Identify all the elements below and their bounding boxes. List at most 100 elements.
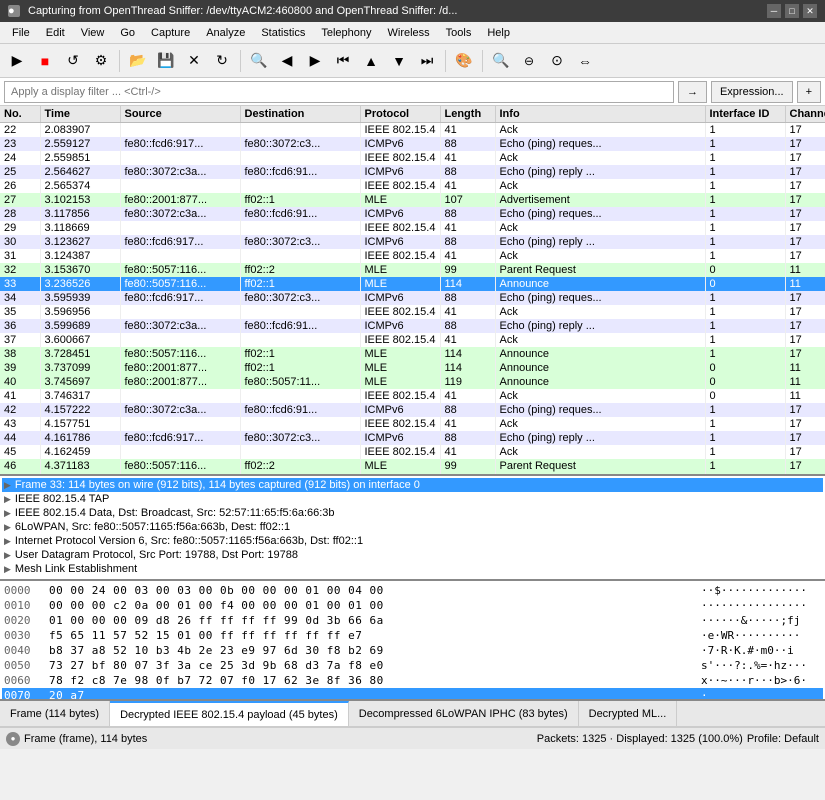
- table-cell: 1: [705, 235, 785, 249]
- table-row[interactable]: 413.746317IEEE 802.15.441Ack011: [0, 389, 825, 403]
- col-header-info[interactable]: Info: [495, 106, 705, 123]
- menu-item-statistics[interactable]: Statistics: [253, 25, 313, 41]
- goto-prev-button[interactable]: ▲: [358, 48, 384, 74]
- colorize-button[interactable]: 🎨: [451, 48, 477, 74]
- resize-cols-button[interactable]: ⇔: [572, 48, 598, 74]
- menu-item-tools[interactable]: Tools: [438, 25, 480, 41]
- zoom-out-button[interactable]: ⊖: [516, 48, 542, 74]
- zoom-in-button[interactable]: 🔍: [488, 48, 514, 74]
- table-row[interactable]: 373.600667IEEE 802.15.441Ack117: [0, 333, 825, 347]
- bottom-tab[interactable]: Frame (114 bytes): [0, 701, 110, 726]
- table-row[interactable]: 222.083907IEEE 802.15.441Ack117: [0, 123, 825, 138]
- filter-arrow-button[interactable]: →: [678, 81, 707, 103]
- table-cell: fe80::5057:116...: [120, 459, 240, 473]
- goto-first-button[interactable]: ⏮: [330, 48, 356, 74]
- table-row[interactable]: 303.123627fe80::fcd6:917...fe80::3072:c3…: [0, 235, 825, 249]
- menu-item-help[interactable]: Help: [479, 25, 518, 41]
- detail-row[interactable]: ▶IEEE 802.15.4 Data, Dst: Broadcast, Src…: [2, 506, 823, 520]
- menu-item-wireless[interactable]: Wireless: [380, 25, 438, 41]
- table-cell: 3.600667: [40, 333, 120, 347]
- table-row[interactable]: 403.745697fe80::2001:877...fe80::5057:11…: [0, 375, 825, 389]
- detail-row[interactable]: ▶IEEE 802.15.4 TAP: [2, 492, 823, 506]
- col-header-destination[interactable]: Destination: [240, 106, 360, 123]
- table-row[interactable]: 323.153670fe80::5057:116...ff02::2MLE99P…: [0, 263, 825, 277]
- menu-item-file[interactable]: File: [4, 25, 38, 41]
- menu-item-go[interactable]: Go: [112, 25, 143, 41]
- stop-capture-button[interactable]: ■: [32, 48, 58, 74]
- packet-list[interactable]: No. Time Source Destination Protocol Len…: [0, 106, 825, 476]
- col-header-no[interactable]: No.: [0, 106, 40, 123]
- table-row[interactable]: 353.596956IEEE 802.15.441Ack117: [0, 305, 825, 319]
- table-row[interactable]: 232.559127fe80::fcd6:917...fe80::3072:c3…: [0, 137, 825, 151]
- hex-row[interactable]: 0030f5 65 11 57 52 15 01 00 ff ff ff ff …: [2, 628, 823, 643]
- col-header-interface[interactable]: Interface ID: [705, 106, 785, 123]
- table-row[interactable]: 293.118669IEEE 802.15.441Ack117: [0, 221, 825, 235]
- table-row[interactable]: 464.371183fe80::5057:116...ff02::2MLE99P…: [0, 459, 825, 473]
- hex-row[interactable]: 000000 00 24 00 03 00 03 00 0b 00 00 00 …: [2, 583, 823, 598]
- close-file-button[interactable]: ✕: [181, 48, 207, 74]
- table-cell: [240, 151, 360, 165]
- bottom-tab[interactable]: Decrypted IEEE 802.15.4 payload (45 byte…: [110, 701, 349, 726]
- hex-row[interactable]: 007020 a7 ·: [2, 688, 823, 701]
- open-file-button[interactable]: 📂: [125, 48, 151, 74]
- reload-button[interactable]: ↻: [209, 48, 235, 74]
- detail-row[interactable]: ▶6LoWPAN, Src: fe80::5057:1165:f56a:663b…: [2, 520, 823, 534]
- menu-item-edit[interactable]: Edit: [38, 25, 73, 41]
- hex-row[interactable]: 001000 00 00 c2 0a 00 01 00 f4 00 00 00 …: [2, 598, 823, 613]
- detail-row[interactable]: ▶Frame 33: 114 bytes on wire (912 bits),…: [2, 478, 823, 492]
- maximize-button[interactable]: □: [785, 4, 799, 18]
- expression-button[interactable]: Expression...: [711, 81, 793, 103]
- table-row[interactable]: 343.595939fe80::fcd6:917...fe80::3072:c3…: [0, 291, 825, 305]
- table-row[interactable]: 434.157751IEEE 802.15.441Ack117: [0, 417, 825, 431]
- table-row[interactable]: 252.564627fe80::3072:c3a...fe80::fcd6:91…: [0, 165, 825, 179]
- hex-row[interactable]: 006078 f2 c8 7e 98 0f b7 72 07 f0 17 62 …: [2, 673, 823, 688]
- hex-row[interactable]: 0040b8 37 a8 52 10 b3 4b 2e 23 e9 97 6d …: [2, 643, 823, 658]
- hex-row[interactable]: 005073 27 bf 80 07 3f 3a ce 25 3d 9b 68 …: [2, 658, 823, 673]
- table-row[interactable]: 444.161786fe80::fcd6:917...fe80::3072:c3…: [0, 431, 825, 445]
- bottom-tab[interactable]: Decrypted ML...: [579, 701, 678, 726]
- close-button[interactable]: ✕: [803, 4, 817, 18]
- col-header-length[interactable]: Length: [440, 106, 495, 123]
- detail-row[interactable]: ▶Internet Protocol Version 6, Src: fe80:…: [2, 534, 823, 548]
- find-packet-button[interactable]: 🔍: [246, 48, 272, 74]
- table-row[interactable]: 383.728451fe80::5057:116...ff02::1MLE114…: [0, 347, 825, 361]
- col-header-protocol[interactable]: Protocol: [360, 106, 440, 123]
- table-row[interactable]: 313.124387IEEE 802.15.441Ack117: [0, 249, 825, 263]
- goto-next-button[interactable]: ▼: [386, 48, 412, 74]
- hex-row[interactable]: 002001 00 00 00 09 d8 26 ff ff ff ff 99 …: [2, 613, 823, 628]
- table-cell: Echo (ping) reques...: [495, 291, 705, 305]
- detail-row[interactable]: ▶User Datagram Protocol, Src Port: 19788…: [2, 548, 823, 562]
- menu-item-telephony[interactable]: Telephony: [313, 25, 379, 41]
- start-capture-button[interactable]: ▶: [4, 48, 30, 74]
- table-row[interactable]: 393.737099fe80::2001:877...ff02::1MLE114…: [0, 361, 825, 375]
- table-row[interactable]: 242.559851IEEE 802.15.441Ack117: [0, 151, 825, 165]
- table-cell: 2.564627: [40, 165, 120, 179]
- minimize-button[interactable]: ─: [767, 4, 781, 18]
- prev-packet-button[interactable]: ◀: [274, 48, 300, 74]
- menu-item-analyze[interactable]: Analyze: [198, 25, 253, 41]
- menu-item-view[interactable]: View: [73, 25, 113, 41]
- menu-item-capture[interactable]: Capture: [143, 25, 198, 41]
- next-packet-button[interactable]: ▶: [302, 48, 328, 74]
- title-bar: ● Capturing from OpenThread Sniffer: /de…: [0, 0, 825, 22]
- add-filter-button[interactable]: +: [797, 81, 821, 103]
- col-header-time[interactable]: Time: [40, 106, 120, 123]
- col-header-source[interactable]: Source: [120, 106, 240, 123]
- capture-options-button[interactable]: ⚙: [88, 48, 114, 74]
- save-file-button[interactable]: 💾: [153, 48, 179, 74]
- table-row[interactable]: 454.162459IEEE 802.15.441Ack117: [0, 445, 825, 459]
- table-row[interactable]: 262.565374IEEE 802.15.441Ack117: [0, 179, 825, 193]
- table-row[interactable]: 424.157222fe80::3072:c3a...fe80::fcd6:91…: [0, 403, 825, 417]
- table-row[interactable]: 363.599689fe80::3072:c3a...fe80::fcd6:91…: [0, 319, 825, 333]
- table-row[interactable]: 273.102153fe80::2001:877...ff02::1MLE107…: [0, 193, 825, 207]
- restart-capture-button[interactable]: ↺: [60, 48, 86, 74]
- col-header-channel[interactable]: Channel: [785, 106, 825, 123]
- table-row[interactable]: 333.236526fe80::5057:116...ff02::1MLE114…: [0, 277, 825, 291]
- bottom-tab[interactable]: Decompressed 6LoWPAN IPHC (83 bytes): [349, 701, 579, 726]
- goto-last-button[interactable]: ⏭: [414, 48, 440, 74]
- filter-input[interactable]: [4, 81, 674, 103]
- detail-row[interactable]: ▶Mesh Link Establishment: [2, 562, 823, 576]
- zoom-reset-button[interactable]: ⊙: [544, 48, 570, 74]
- table-row[interactable]: 283.117856fe80::3072:c3a...fe80::fcd6:91…: [0, 207, 825, 221]
- table-cell: 17: [785, 249, 825, 263]
